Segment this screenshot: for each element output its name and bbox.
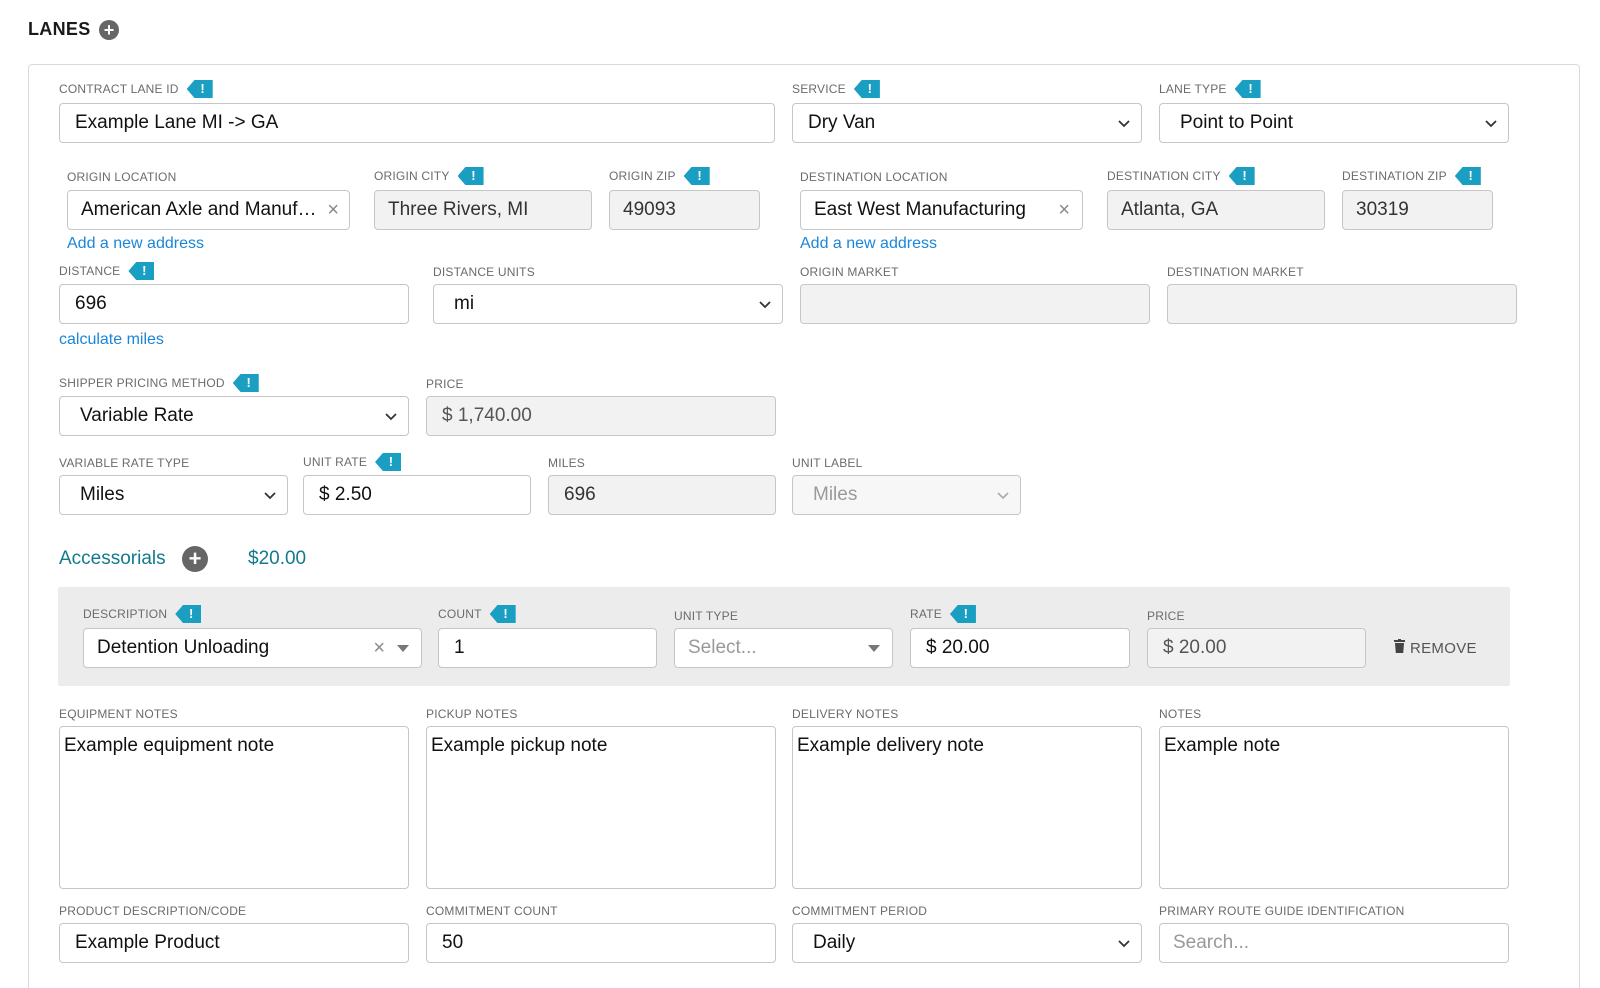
caret-down-icon <box>868 644 880 652</box>
calculate-miles-link[interactable]: calculate miles <box>59 331 164 349</box>
contract-lane-id-label: CONTRACT LANE ID! <box>59 80 213 98</box>
required-flag-icon: ! <box>683 167 710 185</box>
service-label: SERVICE! <box>792 80 880 98</box>
accessorial-count-input[interactable]: 1 <box>438 628 657 668</box>
caret-down-icon <box>397 644 409 652</box>
shipper-pricing-method-select[interactable]: Variable Rate <box>59 396 409 436</box>
origin-add-address-link[interactable]: Add a new address <box>67 235 204 253</box>
chevron-down-icon <box>263 488 277 502</box>
pickup-notes-label: PICKUP NOTES <box>426 707 518 721</box>
required-flag-icon: ! <box>186 80 213 98</box>
required-flag-icon: ! <box>175 605 202 623</box>
origin-city-field: Three Rivers, MI <box>374 190 592 230</box>
required-flag-icon: ! <box>375 453 402 471</box>
variable-rate-type-label: VARIABLE RATE TYPE <box>59 456 190 470</box>
clear-icon[interactable]: × <box>373 637 385 660</box>
destination-market-field <box>1167 284 1517 324</box>
notes-textarea[interactable]: Example note <box>1159 726 1509 889</box>
lane-type-select[interactable]: Point to Point <box>1159 103 1509 143</box>
required-flag-icon: ! <box>949 605 976 623</box>
origin-location-label: ORIGIN LOCATION <box>67 170 177 184</box>
accessorial-description-select[interactable]: Detention Unloading × <box>83 628 422 668</box>
accessorial-count-label: COUNT! <box>438 605 516 623</box>
commitment-period-select[interactable]: Daily <box>792 923 1142 963</box>
origin-location-select[interactable]: American Axle and Manufact.. × <box>67 190 350 230</box>
distance-units-select[interactable]: mi <box>433 284 783 324</box>
required-flag-icon: ! <box>232 374 259 392</box>
accessorial-price-field: $ 20.00 <box>1147 628 1366 668</box>
accessorial-unit-type-label: UNIT TYPE <box>674 609 739 623</box>
accessorials-total: $20.00 <box>248 548 307 569</box>
price-field: $ 1,740.00 <box>426 396 776 436</box>
remove-accessorial-button[interactable]: REMOVE <box>1394 639 1477 657</box>
accessorial-description-label: DESCRIPTION! <box>83 605 202 623</box>
accessorials-title: Accessorials <box>59 548 166 569</box>
product-description-label: PRODUCT DESCRIPTION/CODE <box>59 904 247 918</box>
required-flag-icon: ! <box>489 605 516 623</box>
required-flag-icon: ! <box>1454 167 1481 185</box>
chevron-down-icon <box>1484 116 1498 130</box>
shipper-pricing-method-label: SHIPPER PRICING METHOD! <box>59 374 259 392</box>
variable-rate-type-select[interactable]: Miles <box>59 475 288 515</box>
chevron-down-icon <box>1117 116 1131 130</box>
route-guide-search-input[interactable]: Search... <box>1159 923 1509 963</box>
chevron-down-icon <box>1117 936 1131 950</box>
equipment-notes-textarea[interactable]: Example equipment note <box>59 726 409 889</box>
chevron-down-icon <box>758 297 772 311</box>
required-flag-icon: ! <box>1228 167 1255 185</box>
destination-zip-label: DESTINATION ZIP! <box>1342 167 1481 185</box>
trash-icon <box>1394 639 1405 657</box>
contract-lane-id-input[interactable]: Example Lane MI -> GA <box>59 103 775 143</box>
commitment-count-label: COMMITMENT COUNT <box>426 904 558 918</box>
destination-city-label: DESTINATION CITY! <box>1107 167 1255 185</box>
required-flag-icon: ! <box>853 80 880 98</box>
required-flag-icon: ! <box>128 262 155 280</box>
miles-field: 696 <box>548 475 776 515</box>
commitment-period-label: COMMITMENT PERIOD <box>792 904 928 918</box>
destination-city-field: Atlanta, GA <box>1107 190 1325 230</box>
chevron-down-icon <box>996 488 1010 502</box>
clear-icon[interactable]: × <box>327 199 339 222</box>
origin-city-label: ORIGIN CITY! <box>374 167 484 185</box>
add-lane-icon[interactable]: + <box>99 20 119 40</box>
commitment-count-input[interactable]: 50 <box>426 923 776 963</box>
lane-type-label: LANE TYPE! <box>1159 80 1261 98</box>
destination-market-label: DESTINATION MARKET <box>1167 265 1304 279</box>
price-label: PRICE <box>426 377 464 391</box>
unit-rate-label: UNIT RATE! <box>303 453 402 471</box>
origin-zip-label: ORIGIN ZIP! <box>609 167 710 185</box>
origin-zip-field: 49093 <box>609 190 760 230</box>
unit-rate-input[interactable]: $ 2.50 <box>303 475 531 515</box>
origin-market-label: ORIGIN MARKET <box>800 265 899 279</box>
distance-units-label: DISTANCE UNITS <box>433 265 535 279</box>
notes-label: NOTES <box>1159 707 1202 721</box>
service-select[interactable]: Dry Van <box>792 103 1142 143</box>
delivery-notes-label: DELIVERY NOTES <box>792 707 899 721</box>
add-accessorial-icon[interactable]: + <box>182 546 208 572</box>
origin-market-field <box>800 284 1150 324</box>
accessorial-rate-input[interactable]: $ 20.00 <box>910 628 1130 668</box>
unit-label-select: Miles <box>792 475 1021 515</box>
equipment-notes-label: EQUIPMENT NOTES <box>59 707 178 721</box>
route-guide-label: PRIMARY ROUTE GUIDE IDENTIFICATION <box>1159 904 1405 918</box>
accessorial-unit-type-select[interactable]: Select... <box>674 628 893 668</box>
destination-location-label: DESTINATION LOCATION <box>800 170 948 184</box>
delivery-notes-textarea[interactable]: Example delivery note <box>792 726 1142 889</box>
destination-add-address-link[interactable]: Add a new address <box>800 235 937 253</box>
chevron-down-icon <box>384 409 398 423</box>
clear-icon[interactable]: × <box>1058 199 1070 222</box>
distance-label: DISTANCE! <box>59 262 155 280</box>
unit-label-label: UNIT LABEL <box>792 456 863 470</box>
pickup-notes-textarea[interactable]: Example pickup note <box>426 726 776 889</box>
distance-input[interactable]: 696 <box>59 284 409 324</box>
destination-zip-field: 30319 <box>1342 190 1493 230</box>
product-description-input[interactable]: Example Product <box>59 923 409 963</box>
section-title: LANES <box>28 19 91 39</box>
accessorial-price-label: PRICE <box>1147 609 1185 623</box>
required-flag-icon: ! <box>1234 80 1261 98</box>
accessorial-rate-label: RATE! <box>910 605 976 623</box>
required-flag-icon: ! <box>457 167 484 185</box>
destination-location-select[interactable]: East West Manufacturing × <box>800 190 1083 230</box>
miles-label: MILES <box>548 456 586 470</box>
